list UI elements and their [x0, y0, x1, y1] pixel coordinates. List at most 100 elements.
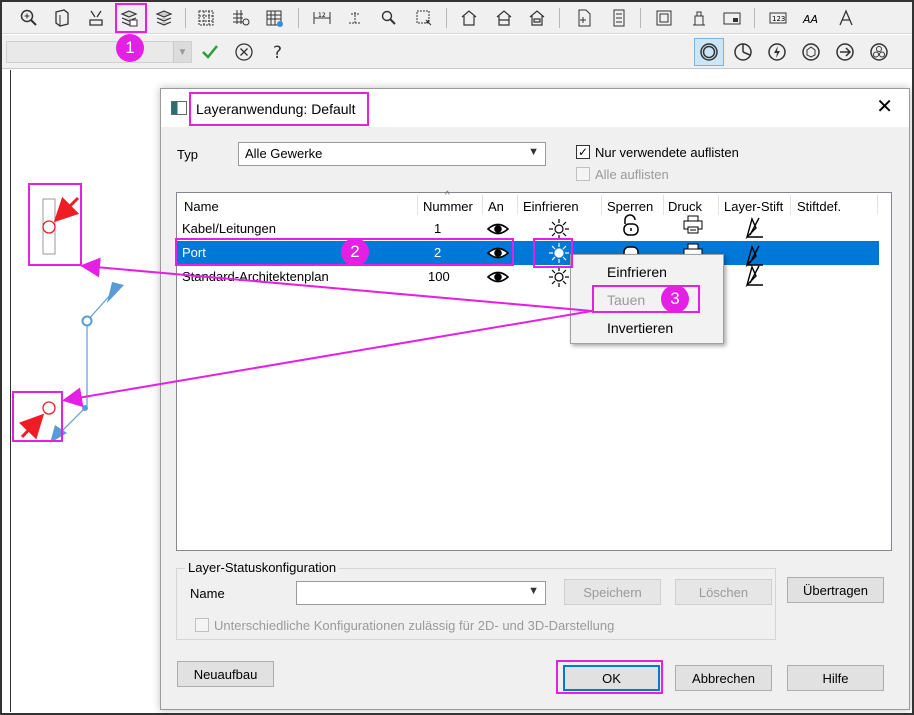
grid-gear-icon[interactable]: [229, 6, 253, 30]
different-config-label: Unterschiedliche Konfigurationen zulässi…: [214, 618, 615, 633]
sun-icon[interactable]: [548, 243, 570, 263]
help-icon[interactable]: ?: [266, 40, 290, 64]
sun-icon[interactable]: [548, 219, 570, 239]
select-area-icon[interactable]: [412, 6, 436, 30]
dialog-titlebar: Layeranwendung: Default ✕: [161, 89, 909, 127]
ruler-icon[interactable]: 12: [310, 6, 334, 30]
table-row[interactable]: Standard-Architektenplan 100: [177, 263, 879, 289]
delete-button[interactable]: Löschen: [675, 579, 772, 605]
pen-icon[interactable]: [744, 215, 766, 239]
arrow-mode-icon[interactable]: [830, 38, 860, 66]
frame-icon[interactable]: [720, 6, 744, 30]
grid-icon[interactable]: [262, 6, 286, 30]
context-menu: Einfrieren Tauen Invertieren: [570, 254, 724, 344]
table-row[interactable]: Kabel/Leitungen 1: [177, 214, 879, 241]
find-icon[interactable]: [377, 6, 401, 30]
layer-list[interactable]: Name Nummer ^ An Einfrieren Sperren Druc…: [176, 190, 892, 551]
cube-mode-icon[interactable]: [796, 38, 826, 66]
text-icon[interactable]: [834, 6, 858, 30]
tools-icon[interactable]: [84, 6, 108, 30]
chevron-down-icon: ▼: [528, 146, 539, 158]
printer-icon[interactable]: [682, 215, 704, 235]
layer-settings-icon[interactable]: [117, 6, 141, 30]
col-pen-def[interactable]: Stiftdef.: [797, 199, 841, 214]
eye-icon[interactable]: [487, 243, 509, 263]
typ-label: Typ: [177, 147, 198, 162]
save-button[interactable]: Speichern: [564, 579, 661, 605]
help-button[interactable]: Hilfe: [787, 665, 884, 691]
building-icon[interactable]: [687, 6, 711, 30]
svg-text:AA: AA: [802, 13, 818, 26]
list-header: Name Nummer ^ An Einfrieren Sperren Druc…: [177, 190, 891, 217]
status-config-legend: Layer-Statuskonfiguration: [185, 560, 340, 575]
layer-icon[interactable]: [152, 6, 176, 30]
only-used-label: Nur verwendete auflisten: [595, 145, 739, 160]
col-number[interactable]: Nummer: [423, 199, 473, 214]
rebuild-button[interactable]: Neuaufbau: [177, 661, 274, 687]
menu-item-invert[interactable]: Invertieren: [607, 320, 673, 336]
command-combo: ▼: [6, 41, 192, 63]
eye-icon[interactable]: [487, 219, 509, 239]
row-number: 100: [428, 269, 450, 284]
col-lock[interactable]: Sperren: [607, 199, 653, 214]
dimension-icon[interactable]: [343, 6, 367, 30]
svg-text:123: 123: [772, 15, 785, 23]
chevron-down-icon: ▼: [528, 585, 539, 597]
status-config-group: Layer-Statuskonfiguration Name ▼ Speiche…: [176, 560, 776, 640]
house-icon[interactable]: [457, 6, 481, 30]
sort-arrow-icon: ^: [445, 190, 450, 201]
config-name-select[interactable]: ▼: [296, 581, 546, 605]
numbering-icon[interactable]: 123: [766, 6, 790, 30]
menu-item-thaw[interactable]: Tauen: [607, 292, 645, 308]
cancel-button[interactable]: Abbrechen: [675, 665, 772, 691]
house-floor-icon[interactable]: [492, 6, 516, 30]
checklist-icon[interactable]: [607, 6, 631, 30]
padlock-open-icon[interactable]: [620, 213, 642, 237]
row-number: 2: [434, 245, 442, 260]
col-on[interactable]: An: [488, 199, 504, 214]
text-style-icon[interactable]: AA: [800, 6, 824, 30]
layer-dialog: Layeranwendung: Default ✕ Typ Alle Gewer…: [160, 88, 910, 710]
ok-button[interactable]: OK: [563, 665, 660, 691]
different-config-checkbox[interactable]: [195, 618, 209, 632]
check-icon[interactable]: [198, 40, 222, 64]
col-freeze[interactable]: Einfrieren: [523, 199, 579, 214]
only-used-checkbox[interactable]: ✓: [576, 145, 590, 159]
col-name[interactable]: Name: [184, 199, 219, 214]
eye-icon[interactable]: [487, 267, 509, 287]
lightning-mode-icon[interactable]: [762, 38, 792, 66]
table-row-selected[interactable]: Port 2: [177, 241, 879, 267]
show-all-checkbox[interactable]: [576, 167, 590, 181]
svg-text:?: ?: [273, 43, 282, 62]
document-icon[interactable]: [572, 6, 596, 30]
config-name-label: Name: [190, 586, 225, 601]
sun-icon[interactable]: [548, 267, 570, 287]
typ-select-value: Alle Gewerke: [245, 146, 323, 161]
zoom-icon[interactable]: [17, 6, 41, 30]
typ-select[interactable]: Alle Gewerke ▼: [238, 142, 546, 166]
menu-item-freeze[interactable]: Einfrieren: [607, 264, 667, 280]
close-icon[interactable]: ✕: [876, 97, 893, 117]
dialog-title: Layeranwendung: Default: [196, 101, 356, 117]
triangle-mode-icon[interactable]: [864, 38, 894, 66]
badge-2: 2: [341, 238, 369, 266]
pie-mode-icon[interactable]: [728, 38, 758, 66]
app-icon: [171, 101, 187, 115]
cancel-circle-icon[interactable]: [232, 40, 256, 64]
pen-icon[interactable]: [744, 263, 766, 287]
badge-3: 3: [661, 285, 689, 313]
main-toolbar: 12 123 AA: [2, 2, 912, 34]
window-icon[interactable]: [652, 6, 676, 30]
row-number: 1: [434, 221, 442, 236]
show-all-label: Alle auflisten: [595, 167, 669, 182]
pattern-icon[interactable]: [194, 6, 218, 30]
badge-1: 1: [116, 34, 144, 62]
col-layer-pen[interactable]: Layer-Stift: [724, 199, 783, 214]
house-section-icon[interactable]: [525, 6, 549, 30]
circle-mode-icon[interactable]: [694, 38, 724, 66]
col-print[interactable]: Druck: [668, 199, 702, 214]
view-icon[interactable]: [50, 6, 74, 30]
row-name: Standard-Architektenplan: [182, 269, 329, 284]
transfer-button[interactable]: Übertragen: [787, 577, 884, 603]
row-name: Kabel/Leitungen: [182, 221, 276, 236]
